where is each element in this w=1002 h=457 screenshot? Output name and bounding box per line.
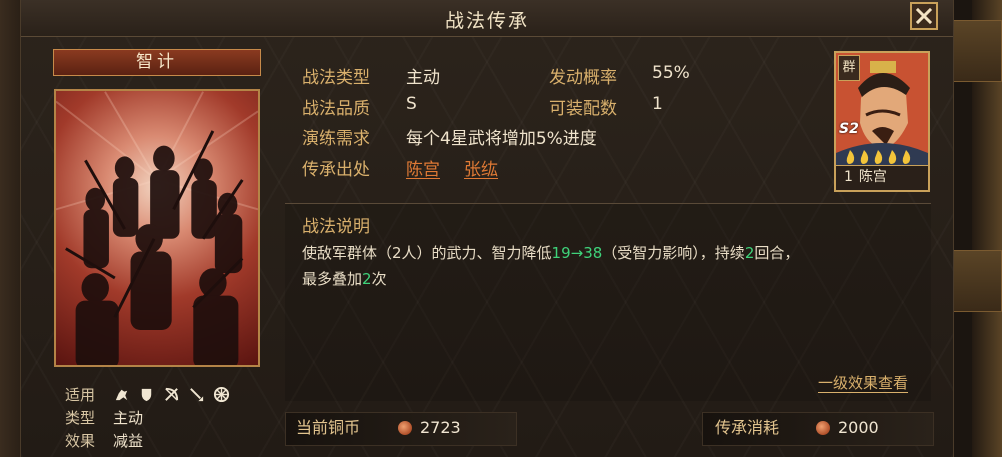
desc-duration: 2 bbox=[744, 244, 755, 262]
skill-quality-value: S bbox=[406, 94, 417, 114]
skill-type-value: 主动 bbox=[406, 68, 440, 88]
star-icon bbox=[888, 150, 897, 164]
current-coins-bar: 当前铜币 2723 bbox=[285, 412, 517, 446]
description-title: 战法说明 bbox=[302, 217, 370, 237]
description-text: 使敌军群体（2人）的武力、智力降低19→38（受智力影响），持续2回合， 最多叠… bbox=[302, 240, 927, 292]
equip-count-value: 1 bbox=[652, 94, 663, 114]
star-icon bbox=[874, 150, 883, 164]
title-bar: 战法传承 bbox=[21, 0, 953, 37]
window-title: 战法传承 bbox=[444, 10, 529, 32]
desc-part: 回合， bbox=[754, 244, 800, 262]
skill-category-plate: 智计 bbox=[53, 49, 261, 76]
desc-part: 最多叠加 bbox=[302, 270, 363, 288]
spear-icon bbox=[190, 388, 204, 402]
wheel-icon bbox=[213, 386, 230, 403]
info-row-type: 战法类型 主动 bbox=[302, 63, 440, 88]
season-badge: S2 bbox=[839, 121, 859, 137]
star-icon bbox=[846, 150, 855, 164]
hero-level: 1 bbox=[844, 169, 853, 185]
skill-quality-label: 战法品质 bbox=[302, 99, 370, 119]
type-row: 类型 主动 bbox=[65, 406, 265, 429]
hero-name-bar: 1 陈宫 bbox=[836, 165, 928, 190]
trigger-rate-label: 发动概率 bbox=[549, 68, 617, 88]
copper-coin-icon bbox=[816, 421, 830, 435]
current-coins-label: 当前铜币 bbox=[296, 418, 361, 437]
desc-part: 次 bbox=[371, 270, 387, 288]
effect-row: 效果 减益 bbox=[65, 429, 265, 452]
star-icon bbox=[860, 150, 869, 164]
copper-coin-icon bbox=[398, 421, 412, 435]
background-side-tab bbox=[950, 20, 1002, 82]
target-row: 适用 bbox=[65, 383, 265, 406]
close-button[interactable] bbox=[910, 2, 938, 30]
inherit-cost-value: 2000 bbox=[838, 418, 879, 437]
close-icon bbox=[915, 7, 933, 25]
skill-artwork bbox=[54, 89, 260, 367]
type-label: 类型 bbox=[65, 409, 96, 427]
source-label: 传承出处 bbox=[302, 160, 370, 180]
soldiers-silhouette-art bbox=[56, 91, 258, 365]
source-hero-link[interactable]: 张纮 bbox=[464, 155, 498, 180]
inherit-cost-label: 传承消耗 bbox=[715, 418, 780, 437]
hero-card[interactable]: 群 S2 1 陈宫 bbox=[834, 51, 930, 192]
effect-label: 效果 bbox=[65, 432, 96, 450]
background-side-tab bbox=[950, 250, 1002, 312]
shield-icon bbox=[141, 388, 152, 402]
train-req-value: 每个4星武将增加5%进度 bbox=[406, 129, 597, 149]
skill-description-box: 战法说明 使敌军群体（2人）的武力、智力降低19→38（受智力影响），持续2回合… bbox=[285, 203, 931, 401]
info-row-source: 传承出处 陈宫 张纮 bbox=[302, 155, 498, 180]
info-row-quality: 战法品质 S bbox=[302, 94, 417, 119]
source-hero-link[interactable]: 陈宫 bbox=[406, 155, 440, 180]
info-row-equip: 可装配数 1 bbox=[549, 94, 663, 119]
hero-stars bbox=[844, 149, 913, 165]
info-row-train: 演练需求 每个4星武将增加5%进度 bbox=[302, 124, 597, 149]
current-coins-value: 2723 bbox=[420, 418, 461, 437]
faction-badge: 群 bbox=[838, 55, 860, 81]
type-value: 主动 bbox=[113, 409, 144, 427]
inherit-cost-bar: 传承消耗 2000 bbox=[702, 412, 934, 446]
hero-name: 陈宫 bbox=[858, 169, 887, 185]
info-row-trigger: 发动概率 55% bbox=[549, 63, 690, 88]
cavalry-icon bbox=[115, 389, 128, 401]
desc-stacks: 2 bbox=[362, 270, 372, 288]
bow-icon bbox=[165, 387, 179, 401]
desc-part: （受智力影响），持续 bbox=[602, 244, 745, 262]
level-one-effect-link[interactable]: 一级效果查看 bbox=[818, 372, 908, 393]
skill-type-label: 战法类型 bbox=[302, 68, 370, 88]
equip-count-label: 可装配数 bbox=[549, 99, 617, 119]
desc-value-range: 19→38 bbox=[551, 244, 603, 262]
trigger-rate-value: 55% bbox=[652, 63, 690, 83]
effect-value: 减益 bbox=[113, 432, 144, 450]
desc-part: 使敌军群体（2人）的武力、智力降低 bbox=[302, 244, 552, 262]
skill-inherit-panel: 战法传承 智计 适用 类型 主动 效果 减益 战法类型 主动 发动概率 55% … bbox=[20, 0, 954, 457]
target-label: 适用 bbox=[65, 386, 96, 404]
star-icon bbox=[902, 150, 911, 164]
train-req-label: 演练需求 bbox=[302, 129, 370, 149]
skill-properties: 适用 类型 主动 效果 减益 bbox=[65, 383, 265, 452]
